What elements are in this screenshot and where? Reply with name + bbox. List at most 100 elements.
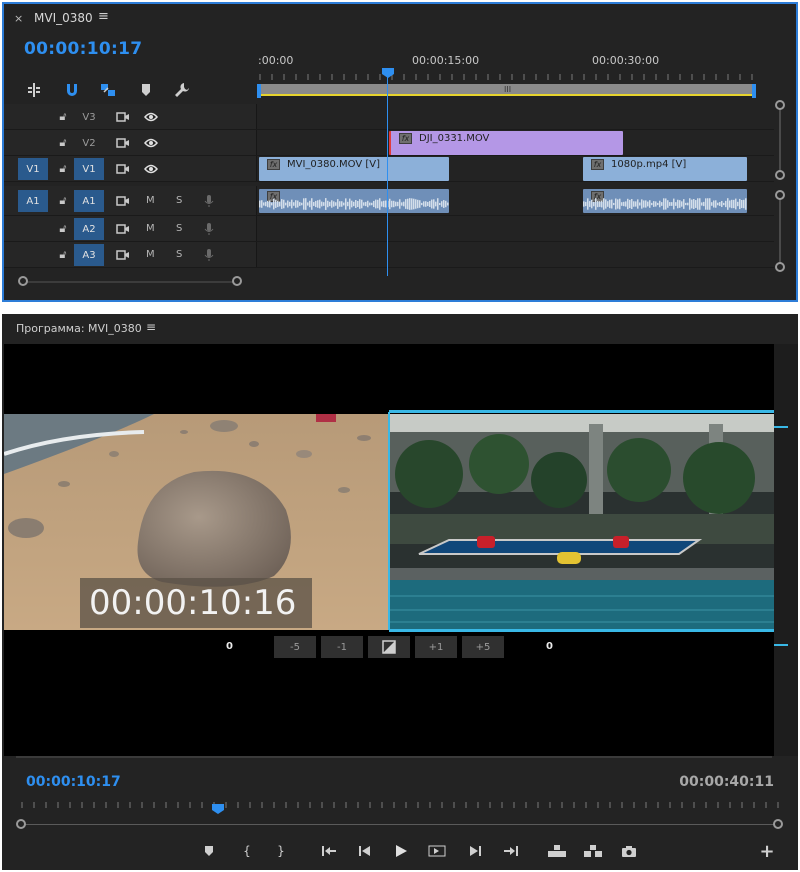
scroll-knob-top[interactable] [775, 100, 785, 110]
go-to-in-icon[interactable] [318, 840, 340, 862]
scroll-knob-bottom[interactable] [775, 262, 785, 272]
snap-magnet-icon[interactable] [62, 80, 82, 100]
export-frame-camera-icon[interactable] [618, 840, 640, 862]
microphone-icon[interactable] [202, 222, 216, 236]
sync-lock-film-icon[interactable] [116, 162, 130, 176]
track-area-v2[interactable]: fx DJI_0331.MOV [256, 130, 774, 155]
trim-incoming-value[interactable]: 0 [546, 641, 553, 652]
step-back-icon[interactable] [354, 840, 376, 862]
program-zoom-handle-right[interactable] [773, 819, 783, 829]
trim-minus-1-button[interactable]: -1 [321, 636, 363, 658]
scroll-knob-top[interactable] [775, 190, 785, 200]
clip-1080p-audio[interactable]: fx [583, 189, 747, 213]
sequence-tab-title[interactable]: MVI_0380 [34, 11, 93, 25]
track-target-a1[interactable]: A1 [74, 190, 104, 212]
extract-icon[interactable] [582, 840, 604, 862]
transport-controls: { } + [2, 838, 798, 864]
lock-icon[interactable]: 🔓︎ [56, 194, 70, 208]
current-timecode[interactable]: 00:00:10:17 [26, 774, 121, 790]
track-target-v2[interactable]: V2 [74, 132, 104, 154]
lift-icon[interactable] [546, 840, 568, 862]
microphone-icon[interactable] [202, 194, 216, 208]
zoom-handle-left[interactable] [18, 276, 28, 286]
apply-default-transition-icon[interactable] [368, 636, 410, 658]
audio-waveform [583, 198, 747, 210]
track-v1: V1 🔓︎ V1 fx MVI_0380.MOV [V] fx 1080p.mp… [4, 156, 774, 182]
video-vertical-scrollbar[interactable] [779, 108, 781, 178]
work-area-end-handle[interactable] [752, 84, 756, 98]
sync-lock-film-icon[interactable] [116, 136, 130, 150]
track-area-a1[interactable]: fx fx [256, 186, 774, 215]
play-in-to-out-icon[interactable] [426, 840, 448, 862]
microphone-icon[interactable] [202, 248, 216, 262]
eye-icon[interactable] [144, 110, 158, 124]
scroll-knob-bottom[interactable] [775, 170, 785, 180]
lock-icon[interactable]: 🔓︎ [56, 222, 70, 236]
eye-icon[interactable] [144, 136, 158, 150]
track-target-a3[interactable]: A3 [74, 244, 104, 266]
lock-icon[interactable]: 🔓︎ [56, 248, 70, 262]
trim-minus-5-button[interactable]: -5 [274, 636, 316, 658]
close-tab-button[interactable]: × [14, 12, 23, 25]
play-icon[interactable] [390, 840, 412, 862]
lock-icon[interactable]: 🔓︎ [56, 136, 70, 150]
overlay-timecode: 00:00:10:16 [80, 578, 312, 628]
lock-icon[interactable]: 🔓︎ [56, 110, 70, 124]
track-area-a3[interactable] [256, 242, 774, 267]
nest-sequence-icon[interactable] [24, 80, 44, 100]
work-area-start-handle[interactable] [257, 84, 261, 98]
lock-icon[interactable]: 🔓︎ [56, 162, 70, 176]
time-ruler[interactable]: :00:00 00:00:15:00 00:00:30:00 III [256, 48, 776, 102]
solo-track-button[interactable]: S [176, 195, 182, 206]
solo-track-button[interactable]: S [176, 249, 182, 260]
button-editor-plus-button[interactable]: + [756, 840, 778, 862]
program-monitor-title[interactable]: Программа: MVI_0380 [16, 322, 142, 335]
track-header: A1 🔓︎ A1 M S [4, 186, 256, 215]
mute-track-button[interactable]: M [146, 223, 155, 234]
step-forward-icon[interactable] [464, 840, 486, 862]
add-marker-icon[interactable] [136, 80, 156, 100]
solo-track-button[interactable]: S [176, 223, 182, 234]
hamburger-icon[interactable]: ≡ [98, 9, 109, 24]
clip-mvi-0380-audio[interactable]: fx [259, 189, 449, 213]
mark-in-icon[interactable]: { [236, 840, 258, 862]
add-marker-icon[interactable] [198, 840, 220, 862]
track-target-v3[interactable]: V3 [74, 106, 104, 128]
program-zoom-bar[interactable] [24, 824, 778, 825]
sync-lock-film-icon[interactable] [116, 194, 130, 208]
trim-plus-1-button[interactable]: +1 [415, 636, 457, 658]
track-a1: A1 🔓︎ A1 M S fx fx [4, 186, 774, 216]
zoom-handle-right[interactable] [232, 276, 242, 286]
sync-lock-film-icon[interactable] [116, 110, 130, 124]
clip-mvi-0380-video[interactable]: fx MVI_0380.MOV [V] [259, 157, 449, 181]
timeline-timecode[interactable]: 00:00:10:17 [24, 39, 142, 59]
clip-1080p-video[interactable]: fx 1080p.mp4 [V] [583, 157, 747, 181]
track-area-v1[interactable]: fx MVI_0380.MOV [V] fx 1080p.mp4 [V] [256, 156, 774, 181]
mute-track-button[interactable]: M [146, 195, 155, 206]
mute-track-button[interactable]: M [146, 249, 155, 260]
audio-vertical-scrollbar[interactable] [779, 198, 781, 268]
eye-icon[interactable] [144, 162, 158, 176]
linked-selection-icon[interactable] [98, 80, 118, 100]
zoom-scrollbar[interactable] [24, 281, 236, 283]
program-zoom-handle-left[interactable] [16, 819, 26, 829]
sync-lock-film-icon[interactable] [116, 248, 130, 262]
source-patch-v1[interactable]: V1 [18, 158, 48, 180]
trim-outgoing-value[interactable]: 0 [226, 641, 233, 652]
program-time-ruler[interactable] [18, 802, 780, 816]
mark-out-icon[interactable]: } [270, 840, 292, 862]
track-area-v3[interactable] [256, 104, 774, 129]
track-target-a2[interactable]: A2 [74, 218, 104, 240]
clip-dji-0331[interactable]: fx DJI_0331.MOV [389, 131, 623, 155]
trim-plus-5-button[interactable]: +5 [462, 636, 504, 658]
go-to-out-icon[interactable] [500, 840, 522, 862]
timeline-settings-wrench-icon[interactable] [172, 80, 192, 100]
source-patch-a1[interactable]: A1 [18, 190, 48, 212]
work-area-bar[interactable]: III [257, 84, 756, 98]
track-target-v1[interactable]: V1 [74, 158, 104, 180]
sync-lock-film-icon[interactable] [116, 222, 130, 236]
track-area-a2[interactable] [256, 216, 774, 241]
program-video-view[interactable]: 00:00:10:16 0 -5 -1 +1 +5 0 [4, 344, 774, 756]
hamburger-icon[interactable]: ≡ [146, 320, 156, 334]
track-a2: 🔓︎ A2 M S [4, 216, 774, 242]
